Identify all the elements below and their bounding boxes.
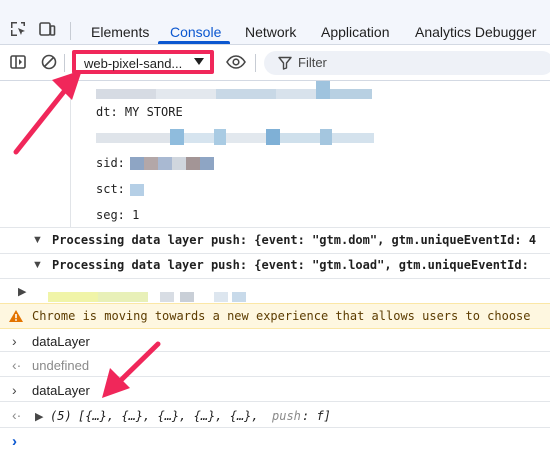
gtm-load-message: Processing data layer push: {event: "gtm… bbox=[52, 258, 529, 272]
prompt-chevron-icon[interactable]: › bbox=[12, 433, 17, 450]
redacted-text bbox=[216, 89, 276, 99]
warning-text: Chrome is moving towards a new experienc… bbox=[32, 309, 531, 323]
tab-analytics-debugger[interactable]: Analytics Debugger bbox=[415, 24, 536, 40]
indent-guide bbox=[70, 81, 71, 227]
redacted-text bbox=[96, 133, 170, 143]
active-tab-indicator bbox=[158, 41, 230, 44]
inspect-icon[interactable] bbox=[9, 20, 27, 38]
redacted-text bbox=[98, 292, 148, 302]
seg-line: seg: 1 bbox=[96, 208, 140, 222]
expand-arrow-icon[interactable]: ▼ bbox=[32, 234, 43, 246]
console-input: dataLayer bbox=[32, 383, 90, 398]
redacted-text bbox=[266, 129, 280, 145]
message-divider bbox=[0, 351, 550, 352]
clear-console-icon[interactable] bbox=[40, 53, 58, 71]
redacted-sid bbox=[158, 157, 172, 170]
tab-elements[interactable]: Elements bbox=[91, 24, 149, 40]
javascript-context-selector[interactable]: web-pixel-sand... bbox=[72, 50, 214, 74]
redacted-text bbox=[214, 129, 226, 145]
push-key: push bbox=[272, 409, 301, 423]
message-divider bbox=[0, 253, 550, 254]
redacted-text bbox=[226, 133, 266, 143]
console-toolbar: web-pixel-sand... Filter bbox=[0, 45, 550, 81]
redacted-text bbox=[320, 129, 332, 145]
filter-placeholder: Filter bbox=[298, 55, 327, 70]
expand-arrow-icon[interactable]: ▶ bbox=[18, 285, 26, 298]
push-value: : f] bbox=[302, 409, 331, 423]
filter-icon bbox=[278, 56, 292, 70]
redacted-sct bbox=[130, 184, 144, 196]
redacted-text bbox=[316, 81, 330, 99]
device-toolbar-icon[interactable] bbox=[38, 20, 56, 38]
redacted-sid bbox=[144, 157, 158, 170]
redacted-text bbox=[96, 89, 156, 99]
redacted-text bbox=[332, 133, 374, 143]
tab-application[interactable]: Application bbox=[321, 24, 390, 40]
input-chevron-icon: › bbox=[12, 382, 17, 398]
message-divider bbox=[0, 401, 550, 402]
redacted-text bbox=[48, 292, 98, 302]
console-messages: dt: MY STORE sid: sct: seg: 1 ▼ Processi… bbox=[0, 81, 550, 475]
input-chevron-icon: › bbox=[12, 333, 17, 349]
expand-arrow-icon[interactable]: ▶ bbox=[35, 410, 43, 423]
array-count[interactable]: (5) bbox=[50, 409, 72, 423]
sid-label: sid: bbox=[96, 156, 125, 170]
redacted-text bbox=[180, 292, 194, 302]
sct-label: sct: bbox=[96, 182, 125, 196]
eye-icon[interactable] bbox=[225, 53, 247, 71]
context-label: web-pixel-sand... bbox=[84, 56, 183, 71]
output-arrow-icon: ‹· bbox=[12, 357, 22, 373]
filter-input[interactable]: Filter bbox=[264, 51, 550, 75]
sidebar-icon[interactable] bbox=[9, 53, 27, 71]
console-output: undefined bbox=[32, 358, 90, 373]
devtools-tab-bar: Elements Console Network Application Ana… bbox=[0, 0, 550, 45]
message-divider bbox=[0, 227, 550, 228]
dropdown-caret-icon bbox=[194, 58, 204, 65]
tab-separator bbox=[70, 22, 71, 40]
toolbar-separator bbox=[255, 54, 256, 72]
redacted-text bbox=[160, 292, 174, 302]
redacted-sid bbox=[186, 157, 200, 170]
output-arrow-icon: ‹· bbox=[12, 407, 22, 423]
redacted-text bbox=[184, 133, 214, 143]
redacted-sid bbox=[172, 157, 186, 170]
message-divider bbox=[0, 427, 550, 428]
redacted-text bbox=[280, 133, 320, 143]
redacted-text bbox=[170, 129, 184, 145]
redacted-sid bbox=[200, 157, 214, 170]
console-input: dataLayer bbox=[32, 334, 90, 349]
tab-console[interactable]: Console bbox=[170, 24, 221, 40]
dt-line: dt: MY STORE bbox=[96, 105, 183, 119]
redacted-text bbox=[276, 89, 316, 99]
redacted-text bbox=[214, 292, 228, 302]
redacted-text bbox=[232, 292, 246, 302]
message-divider bbox=[0, 376, 550, 377]
toolbar-separator bbox=[64, 54, 65, 72]
warning-icon bbox=[9, 310, 23, 322]
tab-network[interactable]: Network bbox=[245, 24, 296, 40]
redacted-sid bbox=[130, 157, 144, 170]
expand-arrow-icon[interactable]: ▼ bbox=[32, 259, 43, 271]
array-preview[interactable]: [{…}, {…}, {…}, {…}, {…}, bbox=[78, 409, 259, 423]
message-divider bbox=[0, 278, 550, 279]
gtm-dom-message: Processing data layer push: {event: "gtm… bbox=[52, 233, 537, 247]
warning-message: Chrome is moving towards a new experienc… bbox=[0, 303, 550, 329]
redacted-text bbox=[330, 89, 372, 99]
redacted-text bbox=[156, 89, 216, 99]
